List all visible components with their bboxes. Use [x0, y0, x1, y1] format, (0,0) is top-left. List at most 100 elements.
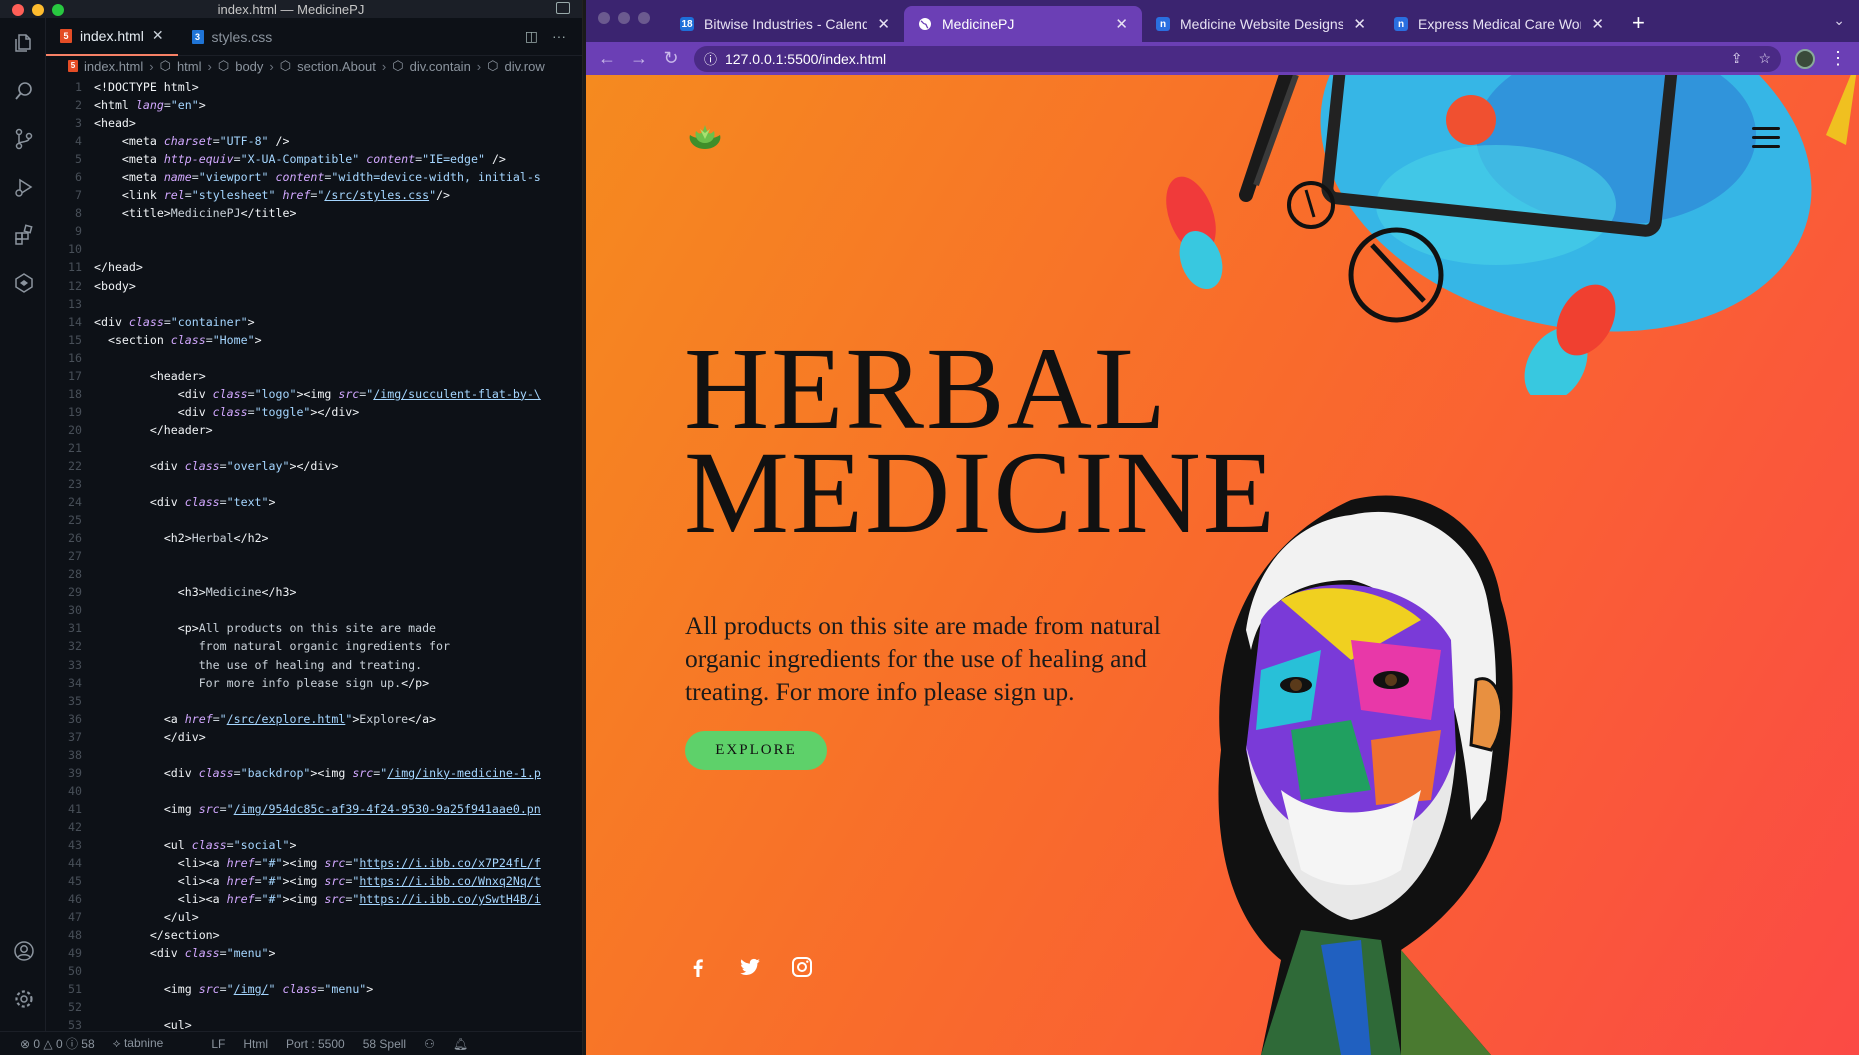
- notifications-bell-icon[interactable]: 🔔︎: [453, 1037, 468, 1051]
- code-line[interactable]: 21: [46, 439, 574, 457]
- profile-avatar[interactable]: [1795, 48, 1815, 69]
- code-line[interactable]: 9: [46, 222, 574, 240]
- code-line[interactable]: 5 <meta http-equiv="X-UA-Compatible" con…: [46, 150, 574, 168]
- code-line[interactable]: 48 </section>: [46, 926, 574, 944]
- new-tab-plus-icon[interactable]: +: [1618, 10, 1659, 42]
- code-line[interactable]: 32 from natural organic ingredients for: [46, 637, 574, 655]
- code-line[interactable]: 42: [46, 818, 574, 836]
- problems-status[interactable]: ⊗ 0 △ 0 ⓘ 58: [20, 1035, 95, 1052]
- code-line[interactable]: 8 <title>MedicinePJ</title>: [46, 204, 574, 222]
- reload-icon[interactable]: ↻: [662, 48, 680, 69]
- code-line[interactable]: 13: [46, 295, 574, 313]
- source-control-icon[interactable]: [13, 128, 35, 150]
- close-tab-icon[interactable]: ✕: [1591, 15, 1604, 33]
- browser-tab-medicine-designs[interactable]: n Medicine Website Designs ✕: [1142, 6, 1380, 42]
- code-line[interactable]: 41 <img src="/img/954dc85c-af39-4f24-953…: [46, 800, 574, 818]
- settings-gear-icon[interactable]: [13, 988, 35, 1010]
- zoom-window-button[interactable]: [52, 4, 64, 16]
- code-line[interactable]: 33 the use of healing and treating.: [46, 656, 574, 674]
- code-line[interactable]: 50: [46, 962, 574, 980]
- run-debug-icon[interactable]: [13, 176, 35, 198]
- code-line[interactable]: 35: [46, 692, 574, 710]
- code-line[interactable]: 7 <link rel="stylesheet" href="/src/styl…: [46, 186, 574, 204]
- code-line[interactable]: 12 <body>: [46, 277, 574, 295]
- code-line[interactable]: 39 <div class="backdrop"><img src="/img/…: [46, 764, 574, 782]
- split-editor-icon[interactable]: ◫: [525, 28, 538, 45]
- more-actions-icon[interactable]: ···: [552, 28, 566, 45]
- explorer-icon[interactable]: [13, 32, 35, 54]
- bookmark-star-icon[interactable]: ☆: [1758, 50, 1771, 67]
- code-line[interactable]: 37 </div>: [46, 728, 574, 746]
- code-line[interactable]: 14 <div class="container">: [46, 313, 574, 331]
- code-line[interactable]: 31 <p>All products on this site are made: [46, 619, 574, 637]
- code-line[interactable]: 4 <meta charset="UTF-8" />: [46, 132, 574, 150]
- code-line[interactable]: 18 <div class="logo"><img src="/img/succ…: [46, 385, 574, 403]
- code-line[interactable]: 11 </head>: [46, 258, 574, 276]
- instagram-icon[interactable]: [790, 955, 814, 979]
- code-line[interactable]: 16: [46, 349, 574, 367]
- code-line[interactable]: 2 <html lang="en">: [46, 96, 574, 114]
- close-tab-icon[interactable]: ✕: [152, 27, 164, 44]
- close-tab-icon[interactable]: ✕: [877, 15, 890, 33]
- code-line[interactable]: 19 <div class="toggle"></div>: [46, 403, 574, 421]
- hamburger-menu-icon[interactable]: [1752, 127, 1780, 149]
- code-line[interactable]: 24 <div class="text">: [46, 493, 574, 511]
- share-icon[interactable]: ⇪: [1731, 50, 1743, 67]
- code-line[interactable]: 20 </header>: [46, 421, 574, 439]
- close-window-button[interactable]: [598, 12, 610, 24]
- breadcrumb-item[interactable]: div.contain: [410, 59, 471, 74]
- code-line[interactable]: 52: [46, 998, 574, 1016]
- search-icon[interactable]: [13, 80, 35, 102]
- breadcrumb-item[interactable]: section.About: [297, 59, 376, 74]
- close-tab-icon[interactable]: ✕: [1353, 15, 1366, 33]
- breadcrumb-item[interactable]: html: [177, 59, 202, 74]
- spell-status[interactable]: 58 Spell: [363, 1037, 406, 1051]
- site-info-icon[interactable]: ⓘ: [704, 49, 717, 68]
- code-line[interactable]: 30: [46, 601, 574, 619]
- close-window-button[interactable]: [12, 4, 24, 16]
- browser-tab-express-medical[interactable]: n Express Medical Care WordPre ✕: [1380, 6, 1618, 42]
- breadcrumb-item[interactable]: index.html: [84, 59, 143, 74]
- language-status[interactable]: Html: [243, 1037, 268, 1051]
- code-line[interactable]: 34 For more info please sign up.</p>: [46, 674, 574, 692]
- eol-status[interactable]: LF: [211, 1037, 225, 1051]
- browser-tab-calendar[interactable]: 18 Bitwise Industries - Calendar - ✕: [666, 6, 904, 42]
- minimize-window-button[interactable]: [618, 12, 630, 24]
- code-line[interactable]: 1 <!DOCTYPE html>: [46, 78, 574, 96]
- code-line[interactable]: 3 <head>: [46, 114, 574, 132]
- code-line[interactable]: 29 <h3>Medicine</h3>: [46, 583, 574, 601]
- code-line[interactable]: 25: [46, 511, 574, 529]
- code-line[interactable]: 27: [46, 547, 574, 565]
- code-line[interactable]: 45 <li><a href="#"><img src="https://i.i…: [46, 872, 574, 890]
- extensions-icon[interactable]: [13, 224, 35, 246]
- browser-tab-medicinepj[interactable]: MedicinePJ ✕: [904, 6, 1142, 42]
- minimize-window-button[interactable]: [32, 4, 44, 16]
- breadcrumb-item[interactable]: body: [235, 59, 263, 74]
- code-line[interactable]: 15 <section class="Home">: [46, 331, 574, 349]
- chevron-down-icon[interactable]: ⌄: [1833, 12, 1845, 29]
- code-line[interactable]: 28: [46, 565, 574, 583]
- account-icon[interactable]: [13, 940, 35, 962]
- code-line[interactable]: 36 <a href="/src/explore.html">Explore</…: [46, 710, 574, 728]
- forward-arrow-icon[interactable]: →: [630, 48, 648, 69]
- code-line[interactable]: 47 </ul>: [46, 908, 574, 926]
- layout-icon[interactable]: [556, 2, 570, 14]
- code-line[interactable]: 38: [46, 746, 574, 764]
- facebook-icon[interactable]: [686, 955, 710, 979]
- code-line[interactable]: 23: [46, 475, 574, 493]
- tabnine-status[interactable]: ⟡ tabnine: [113, 1036, 164, 1051]
- explore-button[interactable]: EXPLORE: [685, 731, 827, 770]
- code-line[interactable]: 53 <ul>: [46, 1016, 574, 1031]
- port-status[interactable]: Port : 5500: [286, 1037, 345, 1051]
- twitter-icon[interactable]: [738, 955, 762, 979]
- breadcrumb-item[interactable]: div.row: [505, 59, 545, 74]
- remote-explorer-icon[interactable]: [13, 272, 35, 294]
- code-line[interactable]: 17 <header>: [46, 367, 574, 385]
- code-line[interactable]: 40: [46, 782, 574, 800]
- code-line[interactable]: 43 <ul class="social">: [46, 836, 574, 854]
- code-editor[interactable]: 1 <!DOCTYPE html> 2 <html lang="en"> 3 <head>…: [46, 78, 574, 1031]
- code-line[interactable]: 49 <div class="menu">: [46, 944, 574, 962]
- feedback-icon[interactable]: ⚇: [424, 1037, 435, 1051]
- tab-styles-css[interactable]: 3 styles.css: [178, 18, 287, 56]
- menu-kebab-icon[interactable]: ⋮: [1829, 48, 1847, 69]
